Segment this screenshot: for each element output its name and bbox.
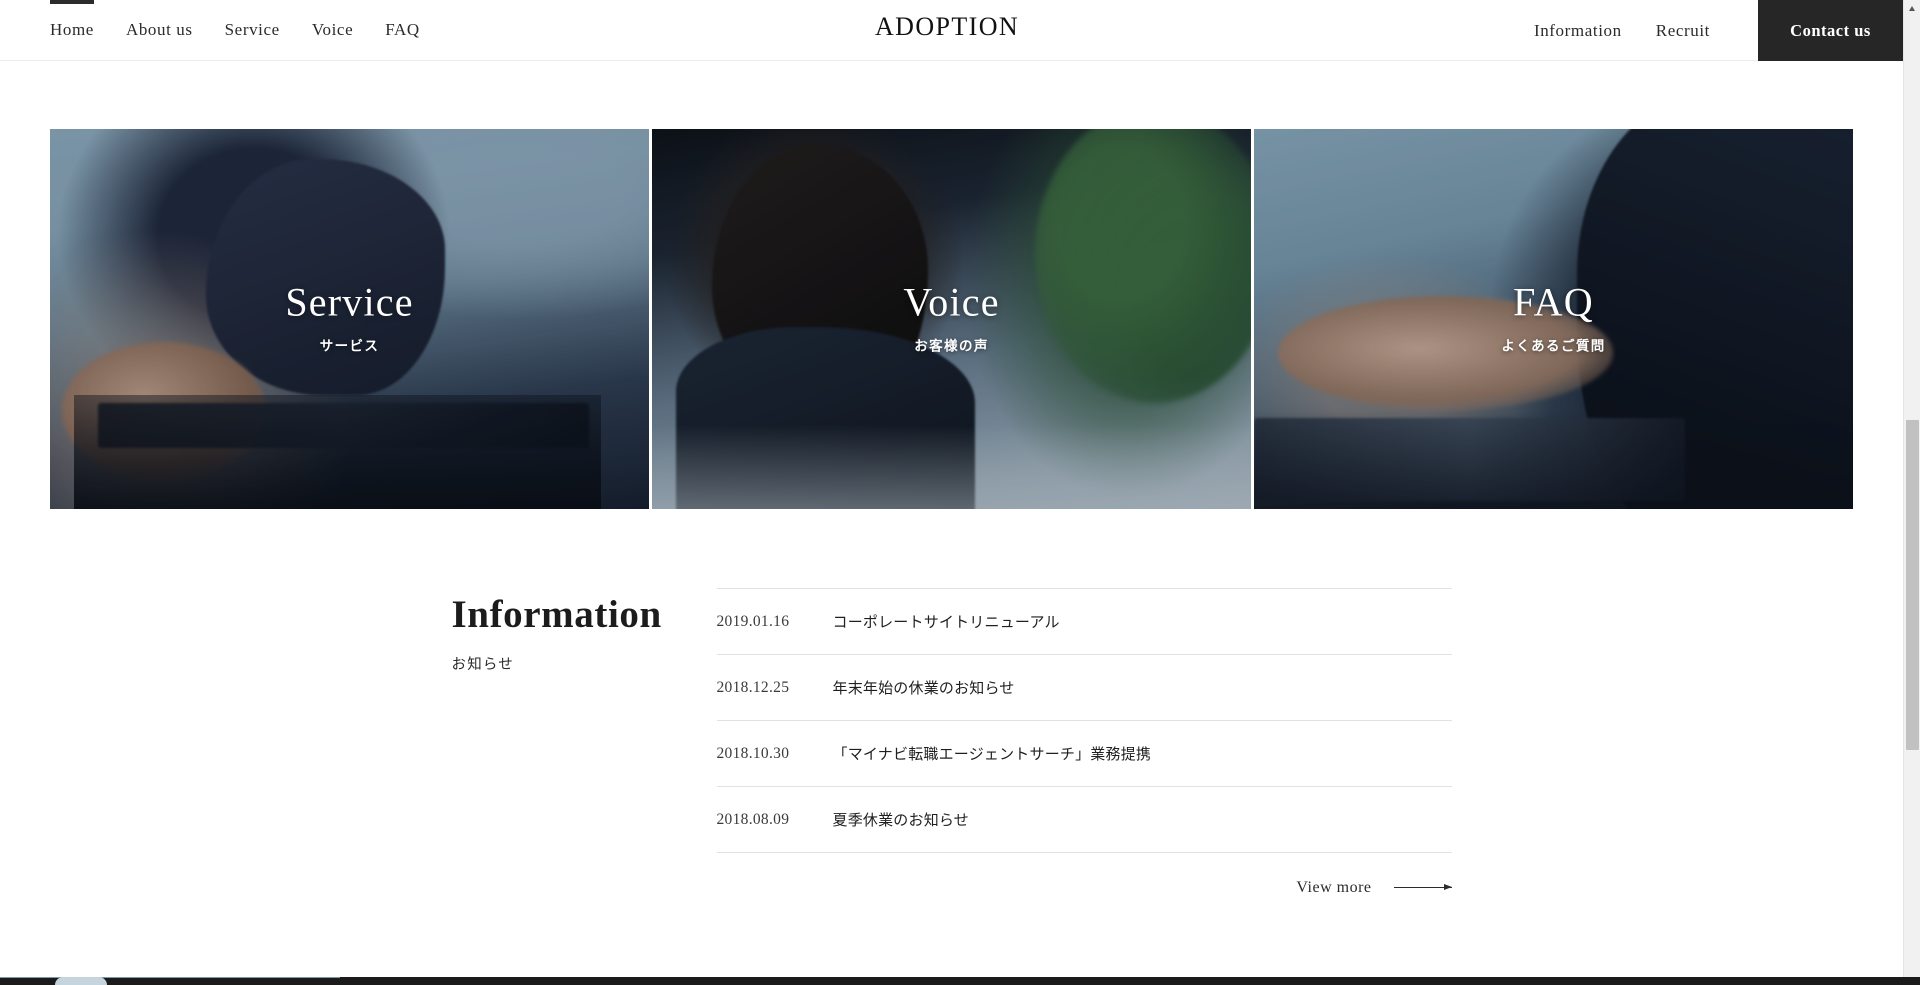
news-item[interactable]: 2018.08.09 夏季休業のお知らせ [716, 787, 1452, 853]
news-item[interactable]: 2018.12.25 年末年始の休業のお知らせ [716, 655, 1452, 721]
news-date: 2018.12.25 [716, 678, 790, 696]
nav-item-service[interactable]: Service [225, 0, 280, 61]
site-logo[interactable]: ADOPTION [875, 12, 1019, 42]
page-scrollbar[interactable] [1903, 0, 1920, 985]
voice-subtitle: お客様の声 [914, 338, 989, 355]
contact-us-button[interactable]: Contact us [1758, 0, 1903, 61]
service-title: Service [285, 279, 414, 325]
news-list: 2019.01.16 コーポレートサイトリニューアル 2018.12.25 年末… [716, 588, 1452, 853]
news-item[interactable]: 2019.01.16 コーポレートサイトリニューアル [716, 589, 1452, 655]
service-caption: Service サービス [50, 279, 649, 355]
nav-item-voice[interactable]: Voice [312, 0, 353, 61]
news-date: 2019.01.16 [716, 612, 790, 630]
browser-tab-handle[interactable] [55, 977, 107, 985]
primary-navigation: Home About us Service Voice FAQ [50, 0, 420, 61]
nav-item-home[interactable]: Home [50, 0, 94, 61]
news-title: 「マイナビ転職エージェントサーチ」業務提携 [832, 745, 1152, 763]
service-subtitle: サービス [319, 338, 380, 355]
nav-item-recruit[interactable]: Recruit [1656, 0, 1710, 61]
information-section: Information お知らせ 2019.01.16 コーポレートサイトリニュ… [0, 588, 1903, 897]
nav-item-faq[interactable]: FAQ [385, 0, 420, 61]
information-heading-block: Information お知らせ [452, 588, 717, 897]
news-title: 年末年始の休業のお知らせ [832, 679, 1015, 697]
faq-subtitle: よくあるご質問 [1501, 338, 1606, 355]
secondary-navigation: Information Recruit Contact us [1500, 0, 1903, 61]
view-more-label: View more [1296, 879, 1372, 896]
hero-tile-faq[interactable]: FAQ よくあるご質問 [1254, 129, 1853, 509]
news-date: 2018.10.30 [716, 744, 790, 762]
faq-title: FAQ [1513, 279, 1594, 325]
news-title: コーポレートサイトリニューアル [832, 613, 1060, 631]
news-title: 夏季休業のお知らせ [832, 811, 970, 829]
nav-item-information[interactable]: Information [1534, 0, 1622, 61]
information-title: Information [451, 593, 662, 636]
news-item[interactable]: 2018.10.30 「マイナビ転職エージェントサーチ」業務提携 [716, 721, 1452, 787]
news-date: 2018.08.09 [716, 810, 790, 828]
scrollbar-thumb[interactable] [1906, 420, 1919, 750]
hero-tile-voice[interactable]: Voice お客様の声 [652, 129, 1251, 509]
arrow-right-icon [1393, 883, 1452, 893]
nav-item-about-us[interactable]: About us [126, 0, 193, 61]
information-subtitle: お知らせ [451, 656, 515, 673]
faq-caption: FAQ よくあるご質問 [1254, 279, 1853, 355]
site-header: Home About us Service Voice FAQ ADOPTION… [0, 0, 1903, 61]
browser-edge-line [0, 977, 340, 978]
view-more-link[interactable]: View more [1296, 879, 1452, 897]
voice-caption: Voice お客様の声 [652, 279, 1251, 355]
browser-bottom-edge [0, 977, 1920, 985]
hero-tile-service[interactable]: Service サービス [50, 129, 649, 509]
hero-tile-group: Service サービス Voice お客様の声 FAQ よくあるご質問 [50, 129, 1853, 509]
voice-title: Voice [903, 279, 1000, 325]
scroll-up-arrow-icon[interactable] [1904, 0, 1920, 17]
view-more-row: View more [717, 853, 1452, 897]
